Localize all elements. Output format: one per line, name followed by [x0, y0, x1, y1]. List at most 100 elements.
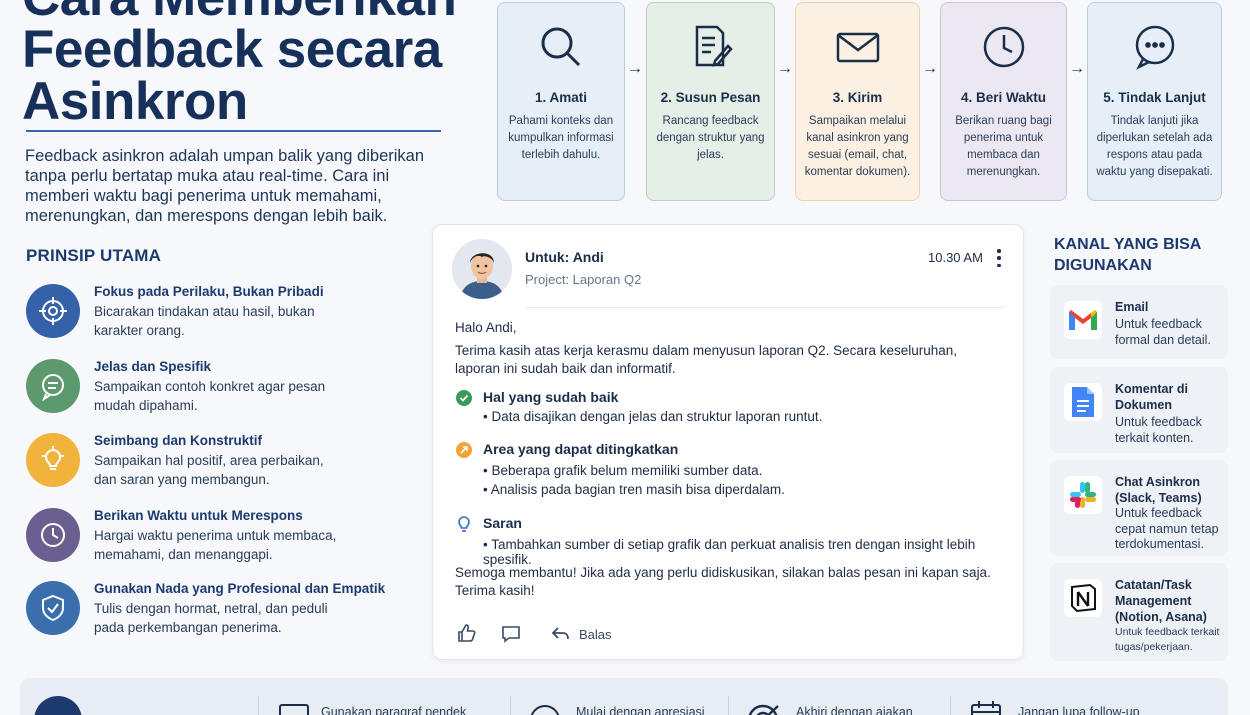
- avatar: [452, 239, 512, 299]
- channel-desc: Untuk feedback formal dan detail.: [1115, 317, 1211, 347]
- principle-item: Gunakan Nada yang Profesional dan Empati…: [26, 581, 426, 641]
- tips-bar: Gunakan paragraf pendek Mulai dengan apr…: [20, 678, 1228, 715]
- opening-text: Terima kasih atas kerja kerasmu dalam me…: [455, 343, 957, 376]
- shield-check-icon: [26, 581, 80, 635]
- step-card: 3. Kirim Sampaikan melalui kanal asinkro…: [795, 2, 920, 201]
- chat-bubble-icon: [26, 359, 80, 413]
- channel-title: Chat Asinkron (Slack, Teams): [1115, 475, 1202, 505]
- trend-up-icon: [456, 442, 472, 458]
- recipient-label: Untuk: Andi: [525, 249, 604, 265]
- channel-title: Catatan/Task Management (Notion, Asana): [1115, 578, 1207, 624]
- list-item: • Tambahkan sumber di setiap grafik dan …: [483, 537, 976, 567]
- step-title: 2. Susun Pesan: [660, 90, 761, 105]
- principle-title: Gunakan Nada yang Profesional dan Empati…: [94, 581, 386, 596]
- more-options-icon[interactable]: [993, 247, 1005, 269]
- chat-dots-icon: [1088, 21, 1221, 73]
- good-section-title: Hal yang sudah baik: [483, 389, 619, 405]
- arrow-right-icon: →: [627, 60, 643, 77]
- principle-item: Seimbang dan Konstruktif Sampaikan hal p…: [26, 433, 426, 493]
- tip-label: Mulai dengan apresiasi: [576, 705, 705, 715]
- list-item: • Analisis pada bagian tren masih bisa d…: [483, 482, 785, 497]
- step-desc: Berikan ruang bagi penerima untuk membac…: [955, 115, 1052, 178]
- principle-item: Jelas dan Spesifik Sampaikan contoh konk…: [26, 359, 426, 419]
- paragraph-icon: [278, 703, 310, 715]
- step-desc: Tindak lanjuti jika diperlukan setelah a…: [1096, 115, 1213, 178]
- step-card: 4. Beri Waktu Berikan ruang bagi penerim…: [940, 2, 1067, 201]
- suggest-section-title: Saran: [483, 515, 522, 531]
- check-circle-icon: [456, 390, 472, 406]
- closing-text: Semoga membantu! Jika ada yang perlu did…: [455, 565, 991, 598]
- principle-title: Jelas dan Spesifik: [94, 359, 212, 374]
- clock-icon: [26, 508, 80, 562]
- channel-desc: Untuk feedback terkait tugas/pekerjaan.: [1115, 626, 1220, 653]
- principle-title: Seimbang dan Konstruktif: [94, 433, 263, 448]
- step-card: 1. Amati Pahami konteks dan kumpulkan in…: [497, 2, 625, 201]
- title-divider: [26, 130, 441, 132]
- channel-card: Komentar di Dokumen Untuk feedback terka…: [1050, 367, 1228, 453]
- intro-text: Feedback asinkron adalah umpan balik yan…: [25, 147, 425, 225]
- principle-desc: Sampaikan hal positif, area perbaikan, d…: [94, 453, 324, 487]
- principle-desc: Sampaikan contoh konkret agar pesan muda…: [94, 379, 326, 413]
- principle-desc: Tulis dengan hormat, netral, dan peduli …: [94, 601, 328, 635]
- target-arrow-icon: [746, 702, 782, 715]
- principle-desc: Bicarakan tindakan atau hasil, bukan kar…: [94, 304, 315, 338]
- channel-card: Chat Asinkron (Slack, Teams) Untuk feedb…: [1050, 460, 1228, 556]
- tip-label: Akhiri dengan ajakan: [796, 705, 913, 715]
- comment-icon[interactable]: [501, 624, 521, 649]
- header-divider: [525, 307, 1005, 308]
- channel-title: Komentar di Dokumen: [1115, 382, 1188, 412]
- principle-item: Berikan Waktu untuk Merespons Hargai wak…: [26, 508, 426, 568]
- principle-title: Berikan Waktu untuk Merespons: [94, 508, 303, 523]
- google-docs-icon: [1064, 383, 1102, 421]
- channel-title: Email: [1115, 300, 1149, 314]
- clock-icon: [941, 21, 1066, 73]
- arrow-right-icon: →: [777, 60, 793, 77]
- calendar-icon: [970, 700, 1002, 715]
- principle-item: Fokus pada Perilaku, Bukan Pribadi Bicar…: [26, 284, 426, 344]
- document-edit-icon: [647, 21, 774, 73]
- principle-title: Fokus pada Perilaku, Bukan Pribadi: [94, 284, 324, 299]
- tip-label: Jangan lupa follow-up: [1018, 705, 1140, 715]
- thumbs-up-icon[interactable]: [457, 623, 477, 648]
- notion-icon: [1064, 579, 1102, 617]
- list-item: • Data disajikan dengan jelas dan strukt…: [483, 409, 823, 424]
- reply-button[interactable]: Balas: [551, 624, 612, 644]
- greeting-text: Halo Andi,: [455, 320, 517, 335]
- step-card: 2. Susun Pesan Rancang feedback dengan s…: [646, 2, 775, 201]
- principles-heading: PRINSIP UTAMA: [26, 246, 162, 265]
- step-desc: Rancang feedback dengan struktur yang je…: [656, 115, 765, 161]
- reply-label: Balas: [579, 626, 612, 642]
- channel-desc: Untuk feedback terkait konten.: [1115, 415, 1202, 445]
- gmail-icon: [1064, 301, 1102, 339]
- step-card: 5. Tindak Lanjut Tindak lanjuti jika dip…: [1087, 2, 1222, 201]
- feedback-message-card: Untuk: Andi Project: Laporan Q2 10.30 AM…: [432, 224, 1024, 660]
- channel-card: Email Untuk feedback formal dan detail.: [1050, 285, 1228, 359]
- smile-icon: [528, 703, 562, 715]
- arrow-right-icon: →: [922, 60, 938, 77]
- channel-desc: Untuk feedback cepat namun tetap terdoku…: [1115, 506, 1219, 551]
- step-title: 3. Kirim: [832, 90, 883, 105]
- page-title: Cara Memberikan Feedback secara Asinkron: [22, 0, 457, 131]
- lightbulb-icon: [457, 515, 471, 538]
- arrow-right-icon: →: [1069, 60, 1085, 77]
- principle-desc: Hargai waktu penerima untuk membaca, mem…: [94, 528, 337, 562]
- channels-heading: KANAL YANG BISA DIGUNAKAN: [1054, 236, 1201, 274]
- step-title: 5. Tindak Lanjut: [1103, 90, 1206, 105]
- envelope-icon: [796, 21, 919, 73]
- reply-icon: [551, 627, 569, 640]
- step-title: 1. Amati: [534, 90, 588, 105]
- step-desc: Pahami konteks dan kumpulkan informasi t…: [508, 115, 614, 161]
- tip-label: Gunakan paragraf pendek: [321, 705, 467, 715]
- project-label: Project: Laporan Q2: [525, 272, 642, 287]
- slack-icon: [1064, 476, 1102, 514]
- step-title: 4. Beri Waktu: [960, 90, 1047, 105]
- lightbulb-icon: [26, 433, 80, 487]
- target-icon: [26, 284, 80, 338]
- search-icon: [498, 21, 624, 73]
- improve-section-title: Area yang dapat ditingkatkan: [483, 441, 679, 457]
- channel-card: Catatan/Task Management (Notion, Asana) …: [1050, 563, 1228, 661]
- list-item: • Beberapa grafik belum memiliki sumber …: [483, 463, 763, 478]
- message-time: 10.30 AM: [928, 250, 983, 265]
- tips-badge-icon: [34, 696, 82, 715]
- step-desc: Sampaikan melalui kanal asinkron yang se…: [804, 115, 911, 178]
